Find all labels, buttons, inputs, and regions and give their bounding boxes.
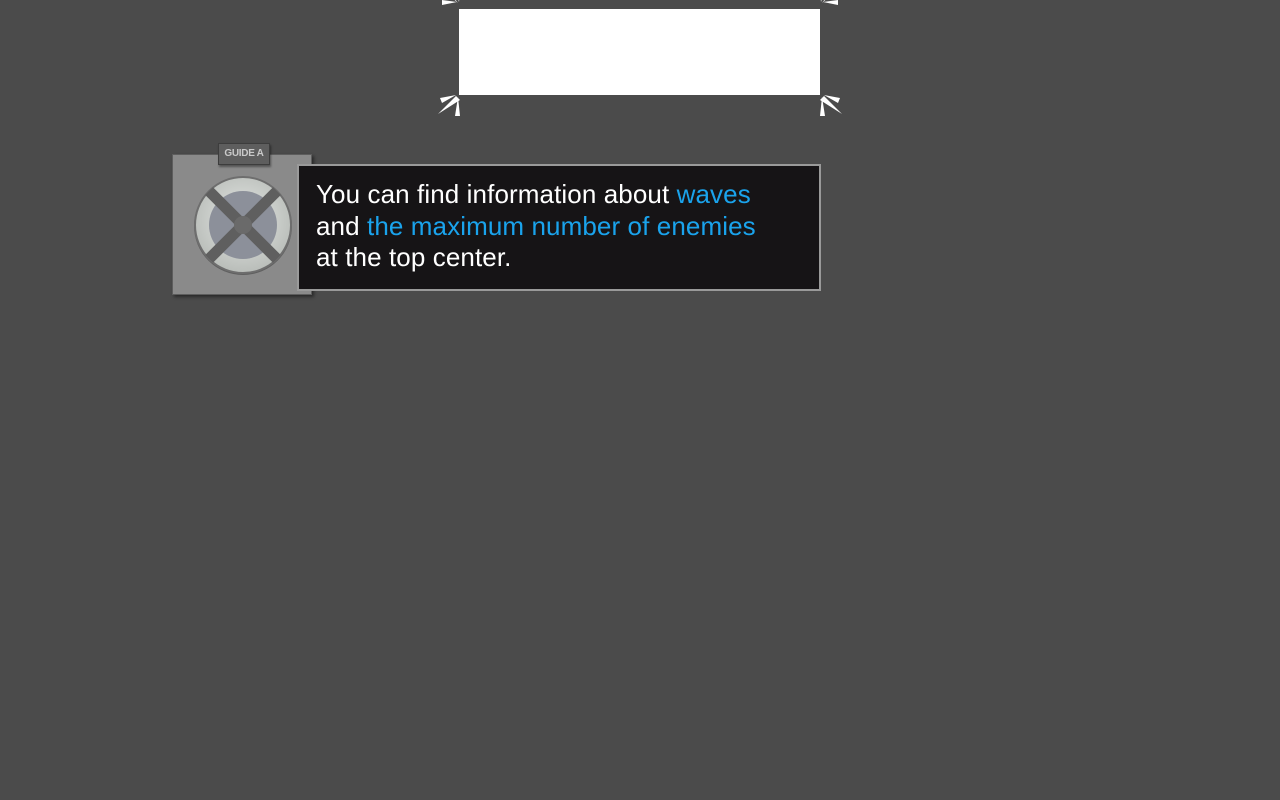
dialogue-line3-text: at the top center.	[316, 242, 512, 272]
game-screen: GUIDE A You can find information about w…	[0, 0, 1280, 800]
corner-burst-icon	[812, 0, 842, 20]
dialogue-box[interactable]: You can find information about waves and …	[297, 164, 821, 291]
dialogue-line1-text: You can find information about	[316, 179, 677, 209]
corner-burst-icon	[438, 0, 468, 20]
dialogue-text: You can find information about waves and …	[316, 179, 811, 274]
corner-burst-icon	[436, 90, 466, 120]
guide-name-tag: GUIDE A	[218, 143, 270, 165]
crossed-circle-emblem-icon	[193, 175, 293, 275]
dialogue-highlight-max-enemies: the maximum number of enemies	[367, 210, 756, 241]
dialogue-highlight-waves: waves	[676, 179, 751, 209]
dialogue-line2-text: and	[316, 210, 368, 241]
corner-burst-icon	[814, 90, 844, 120]
highlighted-wave-info-region	[459, 9, 820, 95]
